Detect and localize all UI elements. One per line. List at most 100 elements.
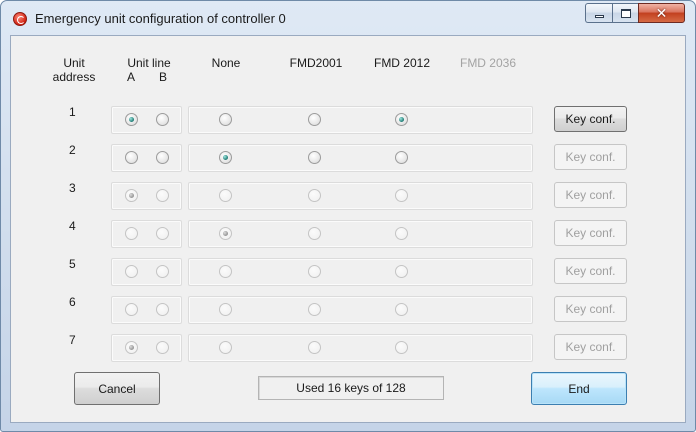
key-conf-button[interactable]: Key conf. <box>554 144 627 170</box>
type-fmd2036-header: FMD 2036 <box>459 56 517 70</box>
radio-dot <box>160 269 165 274</box>
unit-line-b-radio[interactable] <box>156 113 169 126</box>
caption-buttons: ✕ <box>585 3 685 25</box>
unit-line-a-radio[interactable] <box>125 189 138 202</box>
key-conf-button[interactable]: Key conf. <box>554 296 627 322</box>
radio-dot <box>399 307 404 312</box>
title-bar[interactable]: Emergency unit configuration of controll… <box>1 1 695 35</box>
unit-line-b-radio[interactable] <box>156 265 169 278</box>
unit-type-fmd2001-radio[interactable] <box>308 341 321 354</box>
unit-line-header: Unit line <box>127 56 171 70</box>
end-button[interactable]: End <box>531 372 627 405</box>
unit-line-b-radio[interactable] <box>156 227 169 240</box>
close-icon: ✕ <box>655 5 668 21</box>
radio-dot <box>160 307 165 312</box>
key-conf-button[interactable]: Key conf. <box>554 334 627 360</box>
radio-dot <box>223 345 228 350</box>
maximize-button[interactable] <box>612 3 638 23</box>
keys-usage-status: Used 16 keys of 128 <box>258 376 444 400</box>
unit-address-label: 4 <box>69 219 76 233</box>
radio-dot <box>312 155 317 160</box>
dialog-client-area: Unit address Unit line A B None FMD2001 … <box>10 35 686 423</box>
unit-type-none-radio[interactable] <box>219 113 232 126</box>
radio-dot <box>160 193 165 198</box>
radio-dot <box>160 345 165 350</box>
radio-dot <box>223 193 228 198</box>
unit-address-label: 6 <box>69 295 76 309</box>
unit-line-a-radio[interactable] <box>125 227 138 240</box>
radio-dot <box>129 117 134 122</box>
unit-type-none-radio[interactable] <box>219 227 232 240</box>
close-button[interactable]: ✕ <box>638 3 685 23</box>
unit-type-fmd2012-radio[interactable] <box>395 189 408 202</box>
unit-type-fmd2012-radio[interactable] <box>395 151 408 164</box>
unit-type-fmd2001-radio[interactable] <box>308 265 321 278</box>
unit-line-group <box>111 106 182 134</box>
unit-line-a-radio[interactable] <box>125 265 138 278</box>
cancel-button[interactable]: Cancel <box>74 372 160 405</box>
radio-dot <box>223 117 228 122</box>
unit-type-group <box>188 334 533 362</box>
key-conf-button[interactable]: Key conf. <box>554 106 627 132</box>
radio-dot <box>399 345 404 350</box>
radio-dot <box>399 155 404 160</box>
unit-line-group <box>111 220 182 248</box>
unit-line-a-radio[interactable] <box>125 151 138 164</box>
radio-dot <box>160 155 165 160</box>
radio-dot <box>399 269 404 274</box>
unit-type-none-radio[interactable] <box>219 341 232 354</box>
unit-type-group <box>188 144 533 172</box>
unit-type-none-radio[interactable] <box>219 303 232 316</box>
unit-line-group <box>111 296 182 324</box>
radio-dot <box>129 269 134 274</box>
key-conf-button[interactable]: Key conf. <box>554 182 627 208</box>
unit-address-header: Unit address <box>49 56 99 84</box>
radio-dot <box>129 193 134 198</box>
key-conf-button[interactable]: Key conf. <box>554 258 627 284</box>
unit-line-b-radio[interactable] <box>156 189 169 202</box>
unit-line-a-radio[interactable] <box>125 113 138 126</box>
radio-dot <box>312 269 317 274</box>
unit-line-b-radio[interactable] <box>156 341 169 354</box>
unit-line-b-radio[interactable] <box>156 151 169 164</box>
key-conf-button[interactable]: Key conf. <box>554 220 627 246</box>
unit-type-group <box>188 258 533 286</box>
unit-type-none-radio[interactable] <box>219 265 232 278</box>
unit-type-group <box>188 296 533 324</box>
window-title: Emergency unit configuration of controll… <box>35 11 286 26</box>
minimize-button[interactable] <box>585 3 612 23</box>
unit-line-group <box>111 258 182 286</box>
unit-address-label: 2 <box>69 143 76 157</box>
type-fmd2012-header: FMD 2012 <box>373 56 431 70</box>
unit-line-a-radio[interactable] <box>125 303 138 316</box>
radio-dot <box>223 231 228 236</box>
maximize-icon <box>620 8 631 18</box>
radio-dot <box>223 307 228 312</box>
unit-line-a-header: A <box>126 70 135 84</box>
radio-dot <box>399 117 404 122</box>
unit-type-fmd2012-radio[interactable] <box>395 227 408 240</box>
radio-dot <box>312 231 317 236</box>
unit-line-b-radio[interactable] <box>156 303 169 316</box>
unit-type-fmd2012-radio[interactable] <box>395 303 408 316</box>
radio-dot <box>160 231 165 236</box>
unit-line-group <box>111 144 182 172</box>
radio-dot <box>223 155 228 160</box>
radio-dot <box>312 345 317 350</box>
unit-line-group <box>111 334 182 362</box>
unit-type-fmd2001-radio[interactable] <box>308 113 321 126</box>
unit-address-label: 7 <box>69 333 76 347</box>
unit-type-fmd2001-radio[interactable] <box>308 303 321 316</box>
unit-type-none-radio[interactable] <box>219 189 232 202</box>
unit-type-fmd2001-radio[interactable] <box>308 151 321 164</box>
app-icon <box>13 12 27 26</box>
unit-type-fmd2001-radio[interactable] <box>308 227 321 240</box>
dialog-window: Emergency unit configuration of controll… <box>0 0 696 432</box>
unit-type-fmd2012-radio[interactable] <box>395 341 408 354</box>
unit-type-fmd2012-radio[interactable] <box>395 113 408 126</box>
unit-type-group <box>188 182 533 210</box>
unit-line-a-radio[interactable] <box>125 341 138 354</box>
unit-type-fmd2012-radio[interactable] <box>395 265 408 278</box>
unit-type-none-radio[interactable] <box>219 151 232 164</box>
unit-type-fmd2001-radio[interactable] <box>308 189 321 202</box>
